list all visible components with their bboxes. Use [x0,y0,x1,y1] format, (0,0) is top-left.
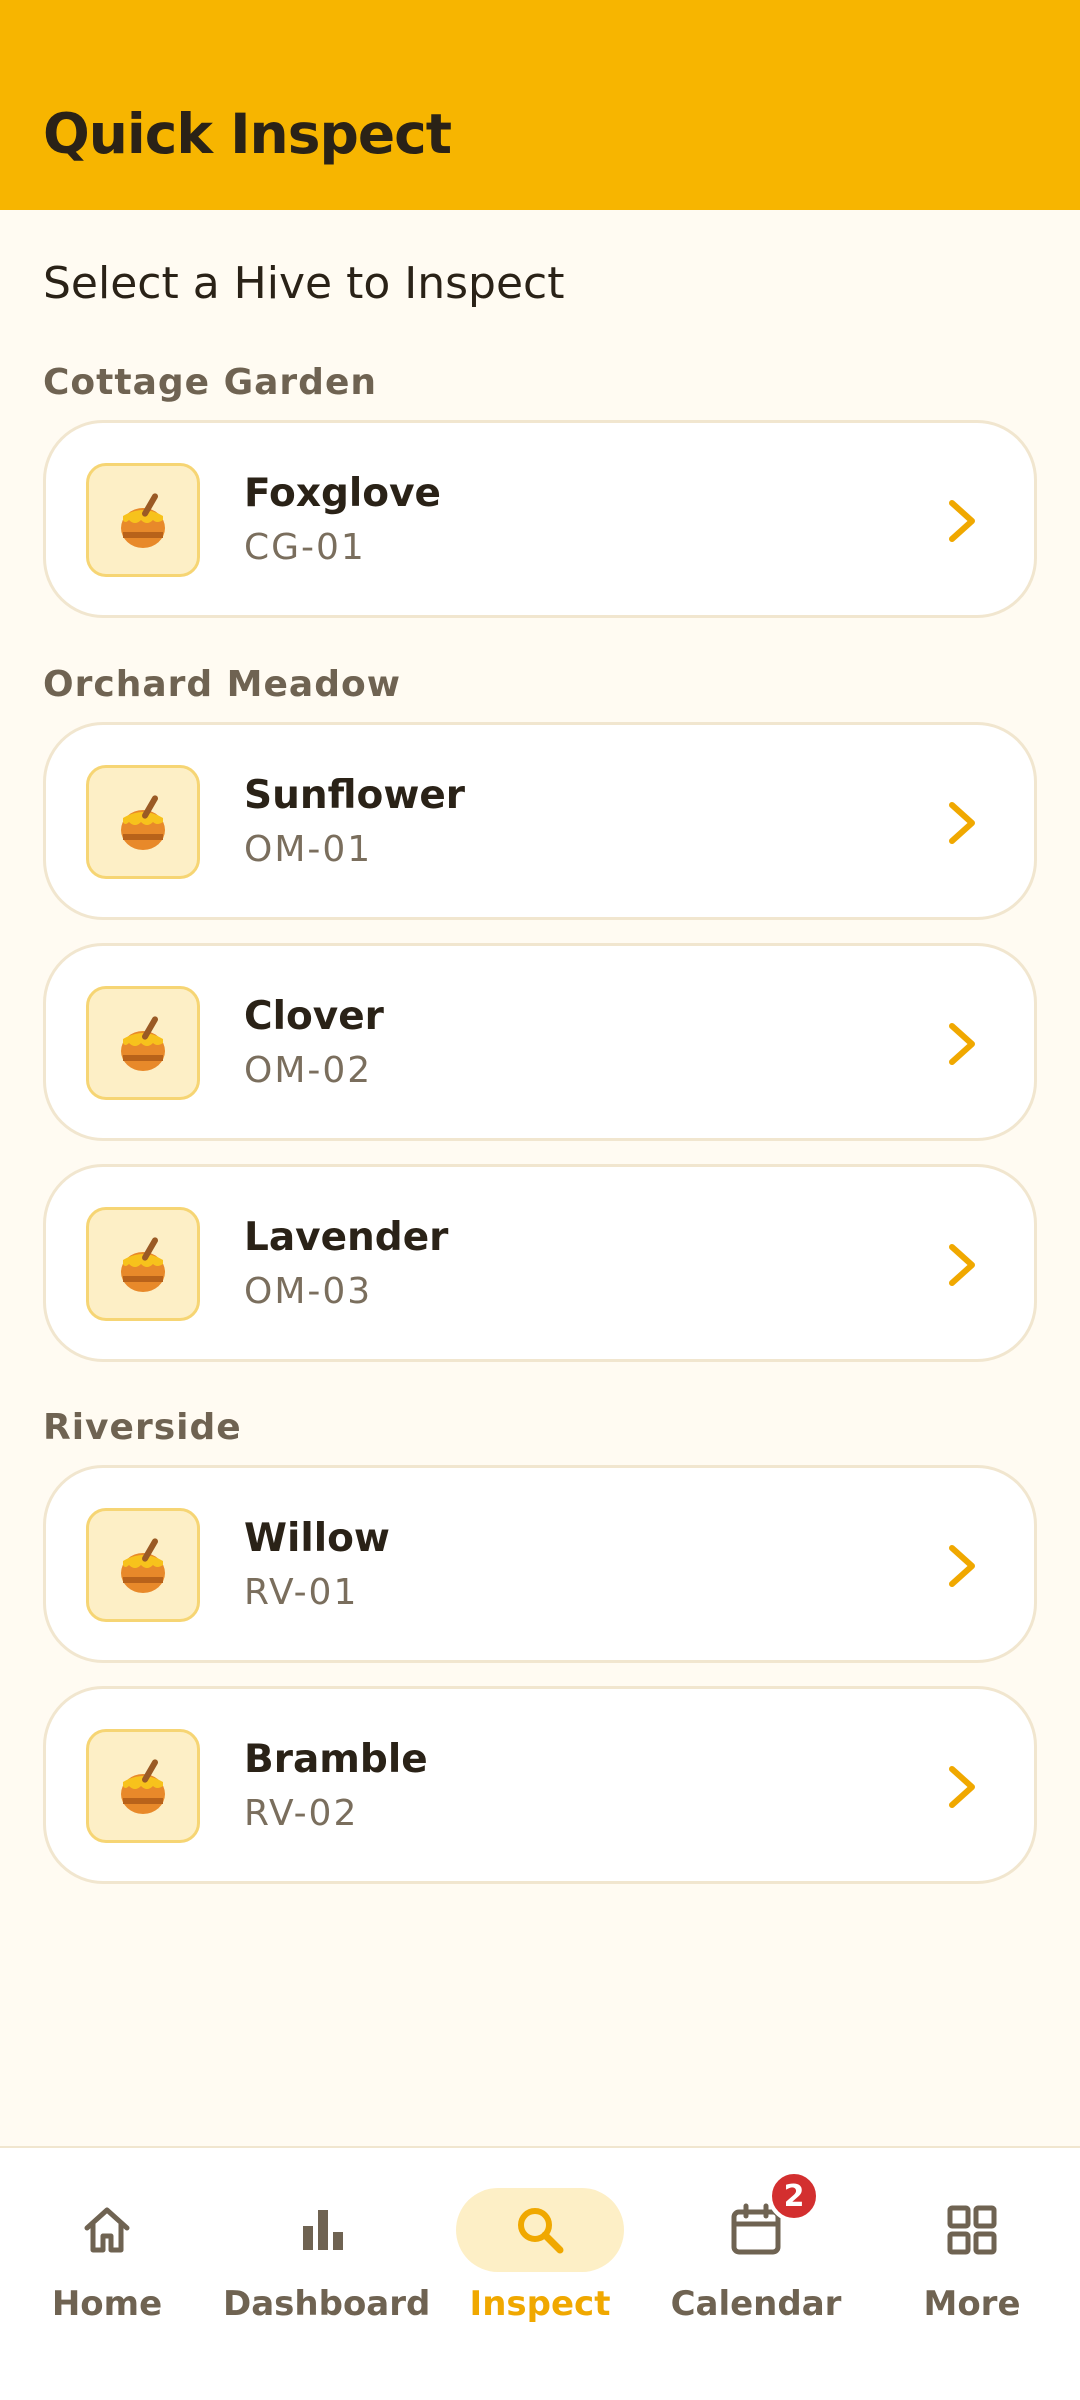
notification-badge: 2 [768,2170,820,2222]
hive-code: CG-01 [244,527,366,568]
home-icon [23,2188,191,2272]
hive-name: Lavender [244,1215,449,1260]
nav-label: Calendar [670,2284,842,2324]
hive-card-bramble[interactable]: Bramble RV-02 [43,1686,1037,1884]
chevron-right-icon [949,500,975,542]
chevron-right-icon [949,1244,975,1286]
hive-code: OM-02 [244,1050,373,1091]
honey-pot-icon [86,765,200,879]
hive-name: Clover [244,994,384,1039]
nav-dashboard[interactable]: Dashboard [223,2148,431,2348]
nav-label: Dashboard [223,2284,431,2324]
honey-pot-icon [86,1729,200,1843]
nav-inspect[interactable]: Inspect [440,2148,640,2348]
hive-card-foxglove[interactable]: Foxglove CG-01 [43,420,1037,618]
hive-name: Sunflower [244,773,466,818]
chevron-right-icon [949,1023,975,1065]
hive-card-lavender[interactable]: Lavender OM-03 [43,1164,1037,1362]
nav-calendar[interactable]: 2 Calendar [656,2148,856,2348]
group-label-orchard-meadow: Orchard Meadow [43,664,401,705]
hive-name: Foxglove [244,471,441,516]
nav-home[interactable]: Home [7,2148,207,2348]
search-icon [456,2188,624,2272]
app-root: Quick Inspect Select a Hive to Inspect C… [0,0,1080,2400]
hive-card-willow[interactable]: Willow RV-01 [43,1465,1037,1663]
grid-icon [888,2188,1056,2272]
honey-pot-icon [86,986,200,1100]
bottom-navigation: Home Dashboard Inspect 2 Calendar More [0,2146,1080,2400]
chevron-right-icon [949,802,975,844]
honey-pot-icon [86,463,200,577]
hive-code: RV-02 [244,1793,359,1834]
top-app-bar: Quick Inspect [0,0,1080,210]
hive-code: RV-01 [244,1572,359,1613]
nav-label: Home [51,2284,163,2324]
nav-label: Inspect [469,2284,611,2324]
hive-code: OM-03 [244,1271,373,1312]
nav-label: More [923,2284,1021,2324]
honey-pot-icon [86,1508,200,1622]
nav-more[interactable]: More [872,2148,1072,2348]
hive-card-clover[interactable]: Clover OM-02 [43,943,1037,1141]
section-heading: Select a Hive to Inspect [43,258,565,309]
group-label-riverside: Riverside [43,1407,242,1448]
group-label-cottage-garden: Cottage Garden [43,362,377,403]
honey-pot-icon [86,1207,200,1321]
hive-code: OM-01 [244,829,373,870]
chevron-right-icon [949,1545,975,1587]
hive-name: Bramble [244,1737,428,1782]
hive-name: Willow [244,1516,390,1561]
chevron-right-icon [949,1766,975,1808]
bar-chart-icon [239,2188,407,2272]
page-title: Quick Inspect [43,102,452,166]
hive-card-sunflower[interactable]: Sunflower OM-01 [43,722,1037,920]
